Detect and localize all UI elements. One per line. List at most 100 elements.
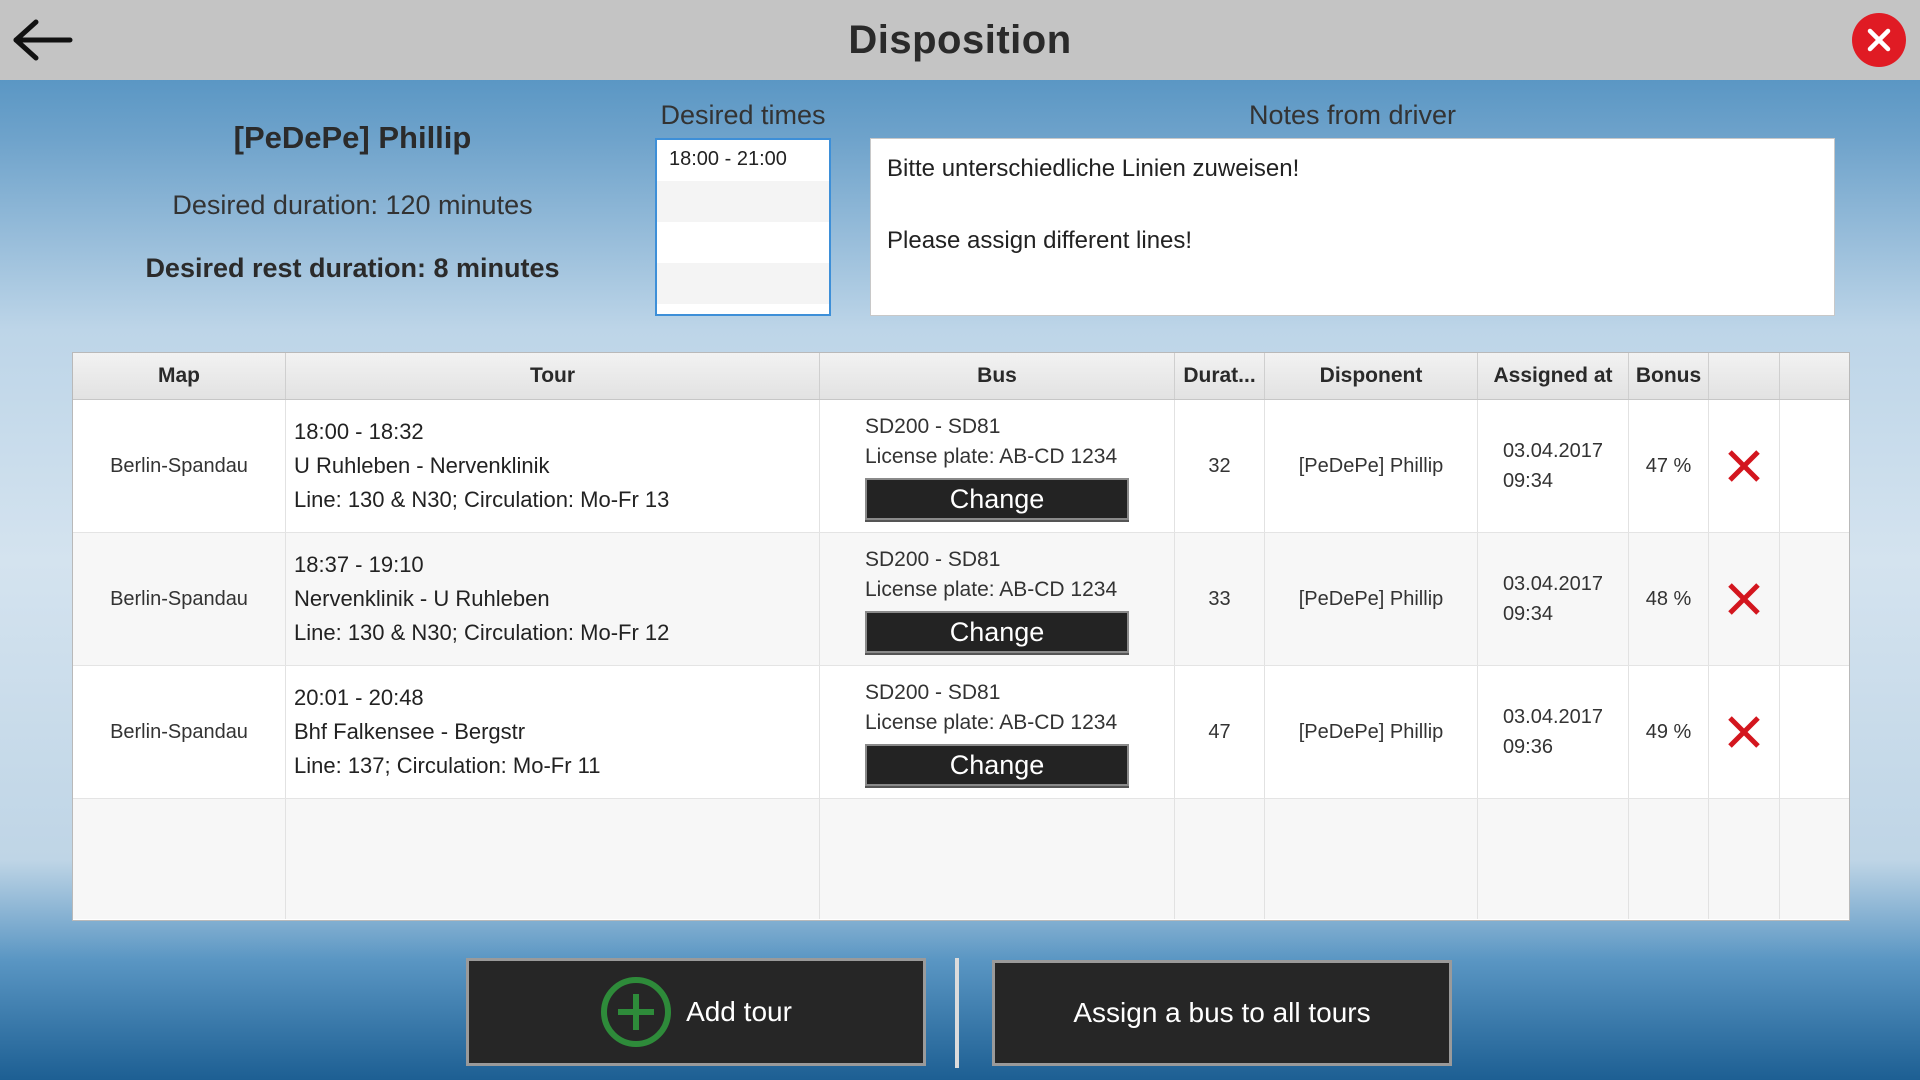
assigned-time: 09:34 bbox=[1502, 603, 1553, 625]
title-bar: Disposition bbox=[0, 0, 1920, 80]
cell-empty bbox=[1265, 799, 1478, 919]
bus-name: SD200 - SD81 bbox=[865, 681, 1001, 704]
column-header-tour[interactable]: Tour bbox=[286, 353, 820, 399]
back-button[interactable] bbox=[8, 14, 78, 66]
plus-circle-icon bbox=[601, 977, 672, 1047]
desired-times-item[interactable] bbox=[657, 263, 829, 304]
desired-times-item[interactable]: 18:00 - 21:00 bbox=[657, 140, 829, 181]
cell-empty bbox=[286, 799, 820, 919]
assign-bus-to-all-tours-button[interactable]: Assign a bus to all tours bbox=[992, 960, 1452, 1066]
cell-assigned-at: 03.04.2017 09:36 bbox=[1478, 666, 1629, 798]
table-row[interactable]: Berlin-Spandau 20:01 - 20:48 Bhf Falkens… bbox=[73, 666, 1849, 799]
tours-table: Map Tour Bus Durat... Disponent Assigned… bbox=[72, 352, 1850, 921]
cell-map: Berlin-Spandau bbox=[73, 533, 286, 665]
column-header-duration[interactable]: Durat... bbox=[1175, 353, 1265, 399]
column-header-disponent[interactable]: Disponent bbox=[1265, 353, 1478, 399]
change-bus-button[interactable]: Change bbox=[865, 478, 1129, 520]
cell-bonus: 49 % bbox=[1629, 666, 1709, 798]
desired-rest-duration: Desired rest duration: 8 minutes bbox=[145, 253, 560, 283]
cell-bonus: 47 % bbox=[1629, 400, 1709, 532]
cell-duration: 32 bbox=[1175, 400, 1265, 532]
cell-map: Berlin-Spandau bbox=[73, 400, 286, 532]
table-row[interactable]: Berlin-Spandau 18:37 - 19:10 Nervenklini… bbox=[73, 533, 1849, 666]
cell-tour: 20:01 - 20:48 Bhf Falkensee - Bergstr Li… bbox=[286, 666, 820, 798]
notes-label: Notes from driver bbox=[1248, 100, 1457, 130]
bus-license-plate: License plate: AB-CD 1234 bbox=[865, 445, 1118, 468]
cell-disponent: [PeDePe] Phillip bbox=[1265, 533, 1478, 665]
cell-map: Berlin-Spandau bbox=[73, 666, 286, 798]
assigned-date: 03.04.2017 bbox=[1502, 573, 1604, 595]
cell-filler bbox=[1780, 666, 1849, 798]
change-bus-button[interactable]: Change bbox=[865, 744, 1129, 786]
add-tour-button[interactable]: Add tour bbox=[466, 958, 926, 1066]
cell-tour: 18:00 - 18:32 U Ruhleben - Nervenklinik … bbox=[286, 400, 820, 532]
assigned-date: 03.04.2017 bbox=[1502, 706, 1604, 728]
tour-route: U Ruhleben - Nervenklinik bbox=[294, 453, 550, 478]
assigned-time: 09:36 bbox=[1502, 736, 1553, 758]
page-title: Disposition bbox=[848, 17, 1072, 62]
cell-duration: 33 bbox=[1175, 533, 1265, 665]
cell-filler bbox=[1780, 533, 1849, 665]
tour-route: Bhf Falkensee - Bergstr bbox=[294, 719, 526, 744]
desired-duration: Desired duration: 120 minutes bbox=[172, 190, 533, 220]
delete-icon[interactable] bbox=[1725, 447, 1763, 485]
column-header-bus[interactable]: Bus bbox=[820, 353, 1175, 399]
tour-time: 18:37 - 19:10 bbox=[294, 552, 424, 577]
desired-times-item[interactable] bbox=[657, 181, 829, 222]
table-row-empty bbox=[73, 799, 1849, 919]
bus-license-plate: License plate: AB-CD 1234 bbox=[865, 711, 1118, 734]
column-header-map[interactable]: Map bbox=[73, 353, 286, 399]
column-header-filler bbox=[1780, 353, 1849, 399]
assigned-date: 03.04.2017 bbox=[1502, 440, 1604, 462]
notes-textarea[interactable]: Bitte unterschiedliche Linien zuweisen! … bbox=[870, 138, 1835, 316]
cell-empty bbox=[1629, 799, 1709, 919]
table-header: Map Tour Bus Durat... Disponent Assigned… bbox=[73, 353, 1849, 400]
arrow-left-icon bbox=[13, 19, 73, 61]
cell-disponent: [PeDePe] Phillip bbox=[1265, 666, 1478, 798]
cell-bonus: 48 % bbox=[1629, 533, 1709, 665]
desired-times-list[interactable]: 18:00 - 21:00 bbox=[655, 138, 831, 316]
close-icon bbox=[1867, 28, 1891, 52]
tour-time: 18:00 - 18:32 bbox=[294, 419, 424, 444]
footer-divider bbox=[955, 958, 959, 1068]
cell-empty bbox=[1780, 799, 1849, 919]
cell-assigned-at: 03.04.2017 09:34 bbox=[1478, 533, 1629, 665]
cell-bus: SD200 - SD81 License plate: AB-CD 1234 C… bbox=[820, 400, 1175, 532]
cell-empty bbox=[1478, 799, 1629, 919]
delete-icon[interactable] bbox=[1725, 713, 1763, 751]
cell-duration: 47 bbox=[1175, 666, 1265, 798]
cell-tour: 18:37 - 19:10 Nervenklinik - U Ruhleben … bbox=[286, 533, 820, 665]
change-bus-button[interactable]: Change bbox=[865, 611, 1129, 653]
cell-delete bbox=[1709, 533, 1780, 665]
cell-bus: SD200 - SD81 License plate: AB-CD 1234 C… bbox=[820, 666, 1175, 798]
desired-times-label: Desired times bbox=[660, 100, 826, 130]
cell-empty bbox=[73, 799, 286, 919]
tour-route: Nervenklinik - U Ruhleben bbox=[294, 586, 550, 611]
bus-name: SD200 - SD81 bbox=[865, 415, 1001, 438]
tour-line: Line: 130 & N30; Circulation: Mo-Fr 12 bbox=[294, 620, 670, 645]
tour-line: Line: 137; Circulation: Mo-Fr 11 bbox=[294, 753, 601, 778]
bus-name: SD200 - SD81 bbox=[865, 548, 1001, 571]
assigned-time: 09:34 bbox=[1502, 470, 1553, 492]
delete-icon[interactable] bbox=[1725, 580, 1763, 618]
cell-assigned-at: 03.04.2017 09:34 bbox=[1478, 400, 1629, 532]
bus-license-plate: License plate: AB-CD 1234 bbox=[865, 578, 1118, 601]
tour-line: Line: 130 & N30; Circulation: Mo-Fr 13 bbox=[294, 487, 670, 512]
cell-delete bbox=[1709, 666, 1780, 798]
cell-empty bbox=[820, 799, 1175, 919]
column-header-actions[interactable] bbox=[1709, 353, 1780, 399]
close-button[interactable] bbox=[1852, 13, 1906, 67]
table-row[interactable]: Berlin-Spandau 18:00 - 18:32 U Ruhleben … bbox=[73, 400, 1849, 533]
driver-name: [PeDePe] Phillip bbox=[233, 120, 472, 155]
column-header-bonus[interactable]: Bonus bbox=[1629, 353, 1709, 399]
desired-times-item[interactable] bbox=[657, 222, 829, 263]
cell-empty bbox=[1175, 799, 1265, 919]
cell-disponent: [PeDePe] Phillip bbox=[1265, 400, 1478, 532]
tour-time: 20:01 - 20:48 bbox=[294, 685, 424, 710]
cell-filler bbox=[1780, 400, 1849, 532]
cell-delete bbox=[1709, 400, 1780, 532]
column-header-assigned-at[interactable]: Assigned at bbox=[1478, 353, 1629, 399]
cell-bus: SD200 - SD81 License plate: AB-CD 1234 C… bbox=[820, 533, 1175, 665]
cell-empty bbox=[1709, 799, 1780, 919]
add-tour-label: Add tour bbox=[686, 996, 792, 1027]
